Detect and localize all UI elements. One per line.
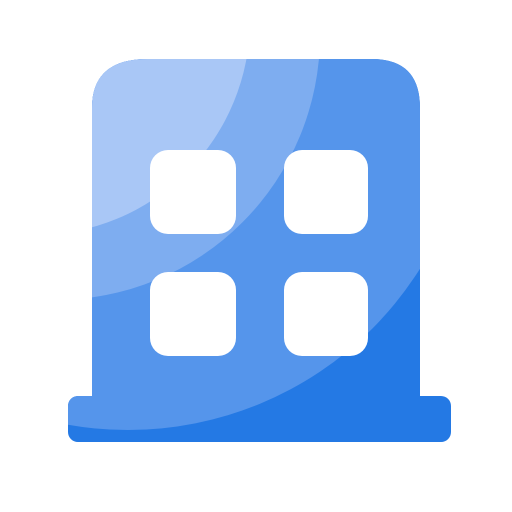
window-bottom-left <box>150 272 236 356</box>
building-body <box>68 59 451 442</box>
window-bottom-right <box>284 272 368 356</box>
icon-canvas <box>0 0 512 512</box>
window-top-right <box>284 150 368 234</box>
building-icon <box>68 59 451 442</box>
window-top-left <box>150 150 236 234</box>
